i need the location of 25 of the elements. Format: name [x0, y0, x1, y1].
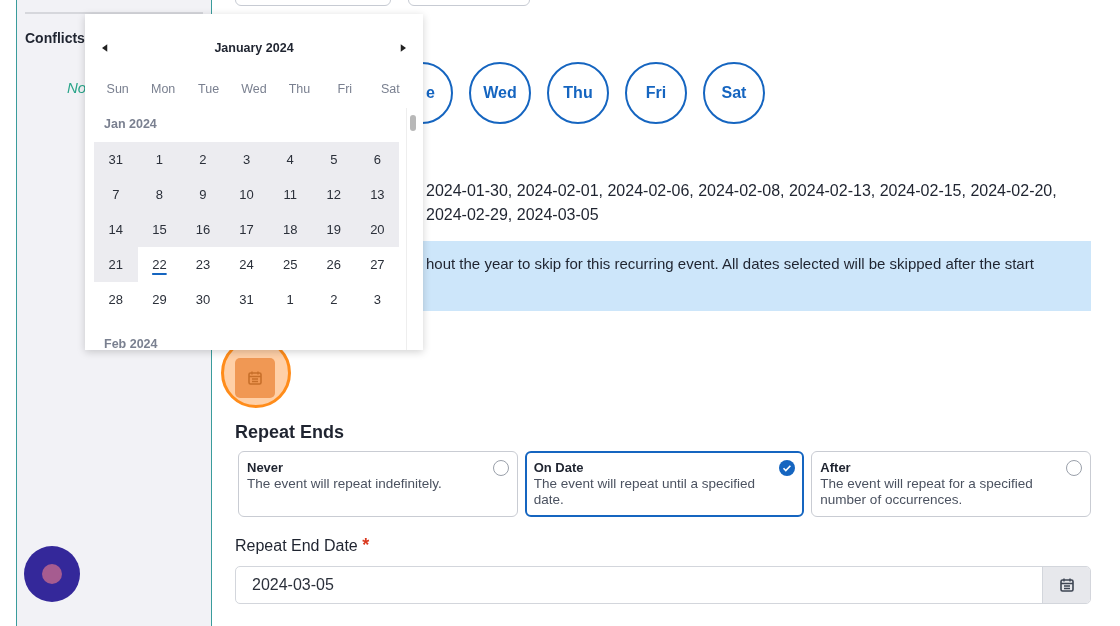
empty-message: No [67, 79, 87, 96]
skipped-dates-text: 2024-02-29, 2024-03-05 [426, 205, 599, 225]
month-label: Feb 2024 [103, 336, 159, 350]
weekday-label: Sat [379, 82, 401, 96]
option-title: After [820, 460, 852, 475]
month-label: Jan 2024 [103, 116, 158, 133]
option-description: The event will repeat indefinitely. [247, 476, 442, 492]
month-title: January 2024 [214, 41, 294, 55]
option-description: The event will repeat until a specified date. [533, 476, 757, 508]
section-heading: Repeat Ends [235, 422, 346, 443]
weekday-label: Thu [287, 82, 312, 96]
weekday-label: Mon [149, 82, 177, 96]
conflicts-heading: Conflicts [25, 30, 86, 46]
option-title: Never [247, 460, 285, 475]
required-mark: * [362, 535, 370, 555]
weekday-label: Fri [336, 82, 354, 96]
option-description: The event will repeat for a specified number of occurrences. [820, 476, 1034, 508]
weekday-label: Tue [197, 82, 221, 96]
weekday-label: Wed [240, 82, 268, 96]
info-text: hout the year to skip for this recurring event. All dates selected will be skipped after the start [426, 255, 1034, 272]
field-value: 2024-03-05 [251, 576, 334, 594]
skipped-dates-text: 2024-01-30, 2024-02-01, 2024-02-06, 2024-02-08, 2024-02-13, 2024-02-15, 2024-02-20, [426, 181, 1057, 201]
option-title: On Date [533, 460, 585, 475]
weekday-label: Sun [105, 82, 130, 96]
field-label: Repeat End Date [235, 537, 358, 554]
